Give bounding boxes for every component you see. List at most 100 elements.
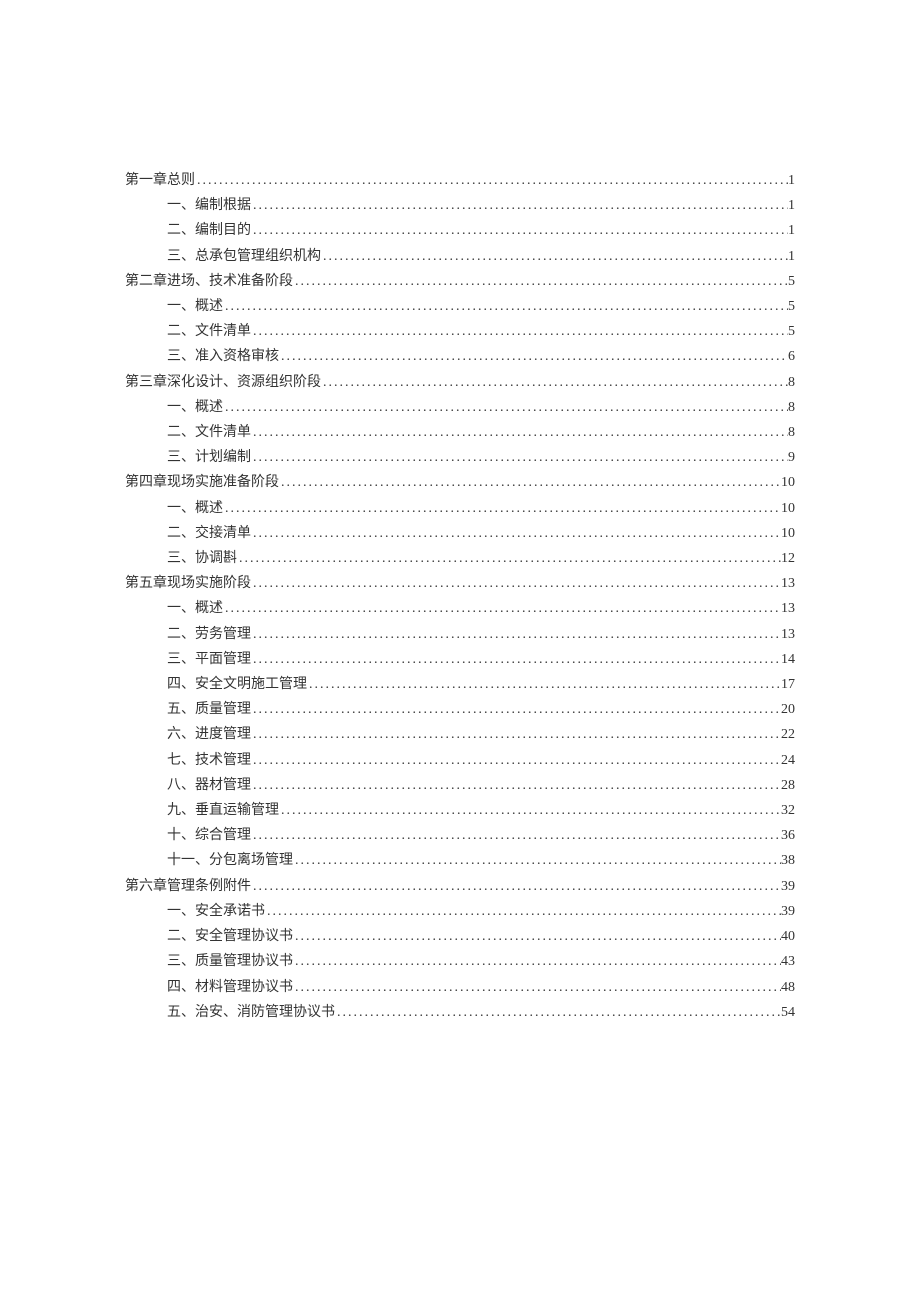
toc-label: 四、材料管理协议书	[167, 975, 293, 1000]
toc-dots	[251, 571, 781, 596]
toc-dots	[279, 470, 781, 495]
toc-entry: 一、编制根据1	[125, 193, 795, 218]
toc-label: 第一章总则	[125, 168, 195, 193]
toc-entry: 九、垂直运输管理 32	[125, 798, 795, 823]
toc-page: 38	[781, 848, 795, 873]
toc-entry: 一、概述 8	[125, 395, 795, 420]
toc-dots	[293, 924, 781, 949]
toc-dots	[223, 294, 788, 319]
toc-entry: 第六章管理条例附件39	[125, 874, 795, 899]
toc-page: 8	[788, 370, 795, 395]
toc-entry: 十、综合管理36	[125, 823, 795, 848]
toc-page: 5	[788, 319, 795, 344]
toc-label: 四、安全文明施工管理	[167, 672, 307, 697]
toc-dots	[251, 647, 781, 672]
toc-label: 一、概述	[167, 596, 223, 621]
toc-dots	[293, 269, 788, 294]
toc-entry: 二、交接清单10	[125, 521, 795, 546]
toc-entry: 三、平面管理14	[125, 647, 795, 672]
toc-page: 12	[781, 546, 795, 571]
toc-dots	[223, 596, 781, 621]
toc-page: 13	[781, 622, 795, 647]
toc-label: 二、文件清单	[167, 319, 251, 344]
toc-page: 5	[788, 294, 795, 319]
toc-page: 1	[788, 218, 795, 243]
toc-entry: 一、概述 10	[125, 496, 795, 521]
toc-dots	[251, 319, 788, 344]
toc-label: 一、概述	[167, 395, 223, 420]
toc-entry: 二、安全管理协议书 40	[125, 924, 795, 949]
toc-page: 1	[788, 168, 795, 193]
toc-entry: 四、材料管理协议书 48	[125, 975, 795, 1000]
toc-entry: 四、安全文明施工管理 17	[125, 672, 795, 697]
toc-page: 17	[781, 672, 795, 697]
toc-page: 13	[781, 571, 795, 596]
toc-dots	[195, 168, 788, 193]
toc-label: 十一、分包离场管理	[167, 848, 293, 873]
toc-page: 24	[781, 748, 795, 773]
toc-page: 48	[781, 975, 795, 1000]
toc-label: 五、治安、消防管理协议书	[167, 1000, 335, 1025]
toc-page: 13	[781, 596, 795, 621]
toc-page: 22	[781, 722, 795, 747]
toc-label: 一、编制根据	[167, 193, 251, 218]
toc-dots	[251, 218, 788, 243]
toc-dots	[251, 748, 781, 773]
toc-label: 六、进度管理	[167, 722, 251, 747]
toc-dots	[251, 697, 781, 722]
toc-entry: 三、总承包管理组织机构 1	[125, 244, 795, 269]
toc-label: 七、技术管理	[167, 748, 251, 773]
toc-label: 二、安全管理协议书	[167, 924, 293, 949]
toc-label: 第二章进场、技术准备阶段	[125, 269, 293, 294]
toc-entry: 十一、分包离场管理 38	[125, 848, 795, 873]
toc-label: 一、概述	[167, 496, 223, 521]
toc-page: 5	[788, 269, 795, 294]
toc-page: 1	[788, 244, 795, 269]
toc-entry: 第一章总则 1	[125, 168, 795, 193]
toc-dots	[335, 1000, 781, 1025]
toc-page: 10	[781, 521, 795, 546]
toc-entry: 一、概述 5	[125, 294, 795, 319]
toc-dots	[251, 874, 781, 899]
toc-label: 第三章深化设计、资源组织阶段	[125, 370, 321, 395]
toc-label: 二、文件清单	[167, 420, 251, 445]
toc-entry: 第四章现场实施准备阶段 10	[125, 470, 795, 495]
toc-page: 8	[788, 395, 795, 420]
toc-dots	[293, 848, 781, 873]
toc-label: 九、垂直运输管理	[167, 798, 279, 823]
toc-dots	[279, 344, 788, 369]
toc-label: 三、协调斟	[167, 546, 237, 571]
toc-entry: 三、计划编制9	[125, 445, 795, 470]
toc-page: 32	[781, 798, 795, 823]
toc-dots	[251, 521, 781, 546]
toc-label: 三、总承包管理组织机构	[167, 244, 321, 269]
toc-dots	[251, 445, 788, 470]
toc-page: 54	[781, 1000, 795, 1025]
toc-label: 一、概述	[167, 294, 223, 319]
toc-label: 三、平面管理	[167, 647, 251, 672]
toc-page: 40	[781, 924, 795, 949]
toc-entry: 八、器材管理 28	[125, 773, 795, 798]
toc-dots	[307, 672, 781, 697]
toc-entry: 二、劳务管理 13	[125, 622, 795, 647]
toc-container: 第一章总则1一、编制根据1二、编制目的1三、总承包管理组织机构1第二章进场、技术…	[125, 168, 795, 1025]
toc-page: 9	[788, 445, 795, 470]
toc-label: 第四章现场实施准备阶段	[125, 470, 279, 495]
toc-dots	[321, 370, 788, 395]
toc-label: 二、劳务管理	[167, 622, 251, 647]
toc-entry: 一、安全承诺书39	[125, 899, 795, 924]
toc-dots	[251, 722, 781, 747]
toc-dots	[251, 823, 781, 848]
toc-label: 十、综合管理	[167, 823, 251, 848]
toc-page: 10	[781, 470, 795, 495]
toc-label: 八、器材管理	[167, 773, 251, 798]
toc-label: 第六章管理条例附件	[125, 874, 251, 899]
toc-entry: 六、进度管理 22	[125, 722, 795, 747]
toc-entry: 五、质量管理20	[125, 697, 795, 722]
toc-page: 20	[781, 697, 795, 722]
toc-dots	[293, 975, 781, 1000]
toc-dots	[251, 193, 788, 218]
toc-page: 10	[781, 496, 795, 521]
toc-entry: 三、准入资格审核6	[125, 344, 795, 369]
toc-page: 28	[781, 773, 795, 798]
